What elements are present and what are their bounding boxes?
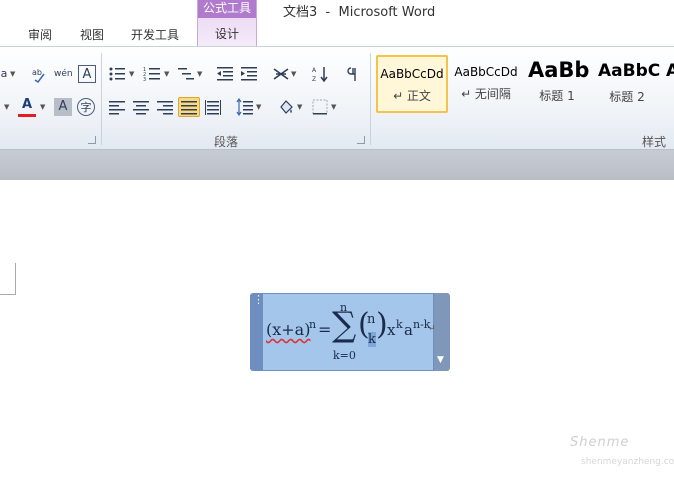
equation-move-handle[interactable]: ⋮ — [250, 293, 264, 371]
sort-icon[interactable]: AZ — [311, 65, 329, 83]
group-separator — [101, 53, 102, 145]
equation-container[interactable]: ⋮ (x+a) n = n ∑ k=0 ( n k ) x k a n-k ↵ … — [250, 293, 450, 371]
style-sample: AaBbC — [598, 61, 660, 81]
window-title: 文档3 - Microsoft Word — [283, 5, 436, 20]
distributed-icon[interactable] — [204, 98, 222, 116]
increase-indent-icon[interactable] — [240, 65, 258, 83]
tab-developer[interactable]: 开发工具 — [131, 26, 179, 43]
paragraph-group-label: 段落 — [214, 135, 239, 149]
equation-options-button[interactable]: ▼ — [434, 293, 450, 371]
chevron-down-icon[interactable]: ▼ — [331, 98, 336, 116]
style-name: 标题 1 — [539, 89, 575, 103]
line-spacing-icon[interactable] — [236, 97, 254, 117]
equation-tools-label: 公式工具 — [198, 0, 256, 18]
term-x-exponent: k — [396, 318, 403, 331]
decrease-indent-icon[interactable] — [216, 65, 234, 83]
term-x: x — [387, 321, 396, 339]
chevron-down-icon[interactable]: ▼ — [129, 65, 134, 83]
justify-icon[interactable] — [178, 97, 200, 117]
align-center-icon[interactable] — [132, 98, 150, 116]
shading-icon[interactable] — [277, 98, 295, 116]
chevron-down-icon: ▼ — [437, 355, 444, 365]
style-heading-2[interactable]: AaBbC 标题 2 — [594, 55, 660, 113]
chevron-down-icon[interactable]: ▼ — [291, 65, 296, 83]
style-normal[interactable]: AaBbCcDd ↵ 正文 — [376, 55, 448, 113]
align-left-icon[interactable] — [108, 98, 126, 116]
font-color-icon[interactable]: A — [18, 96, 36, 114]
group-separator — [370, 53, 371, 145]
binomial-top: n — [367, 312, 376, 327]
multilevel-list-icon[interactable] — [177, 65, 195, 83]
chevron-down-icon[interactable]: ▼ — [256, 98, 261, 116]
style-name: ↵ 正文 — [393, 89, 431, 103]
title-bar: 审阅 视图 开发工具 公式工具 设计 文档3 - Microsoft Word — [0, 0, 674, 46]
style-heading-1[interactable]: AaBb 标题 1 — [524, 55, 590, 113]
chevron-down-icon[interactable]: ▼ — [4, 98, 9, 116]
chevron-down-icon[interactable]: ▼ — [164, 65, 169, 83]
binomial-bottom: k — [368, 332, 376, 347]
paragraph-dialog-launcher-icon[interactable] — [357, 136, 365, 144]
sum-lower-limit: k=0 — [333, 349, 356, 362]
phonetic-guide-icon[interactable]: ab — [30, 65, 48, 84]
show-hide-marks-icon[interactable] — [345, 65, 363, 83]
chevron-down-icon[interactable]: ▼ — [197, 65, 202, 83]
equation-equals: = — [318, 320, 332, 339]
style-name: ↵ 无间隔 — [461, 87, 511, 101]
tab-review[interactable]: 审阅 — [28, 26, 52, 43]
margin-corner-mark — [0, 263, 16, 295]
style-no-spacing[interactable]: AaBbCcDd ↵ 无间隔 — [451, 55, 521, 113]
chinese-layout-icon[interactable] — [272, 65, 290, 83]
ribbon: a ▼ ab wén A ▼ A ▼ A 字 ▼ 123 ▼ ▼ ▼ AZ ▼ … — [0, 46, 674, 150]
binomial-right-paren: ) — [376, 307, 388, 342]
character-border-icon[interactable]: A — [78, 65, 96, 83]
styles-group-label: 样式 — [642, 135, 667, 149]
svg-text:ab: ab — [32, 68, 42, 77]
styles-gallery: AaBbCcDd ↵ 正文 AaBbCcDd ↵ 无间隔 AaBb 标题 1 A… — [376, 55, 674, 113]
document-page: ⋮ (x+a) n = n ∑ k=0 ( n k ) x k a n-k ↵ … — [0, 180, 674, 489]
style-sample: AaBb — [528, 58, 590, 82]
equation-lhs-exponent: n — [309, 318, 317, 331]
term-a: a — [404, 321, 413, 339]
chevron-down-icon[interactable]: ▼ — [297, 98, 302, 116]
chevron-down-icon[interactable]: ▼ — [40, 98, 45, 116]
sum-sign: ∑ — [332, 305, 357, 345]
watermark: Shenme — [570, 435, 630, 450]
equation-content[interactable]: (x+a) n = n ∑ k=0 ( n k ) x k a n-k ↵ — [262, 293, 436, 371]
style-sample: AaBbCcDd — [380, 67, 444, 81]
svg-text:A: A — [312, 67, 317, 74]
style-title[interactable]: A — [666, 55, 674, 113]
font-dialog-launcher-icon[interactable] — [88, 136, 96, 144]
character-shading-icon[interactable]: A — [54, 98, 72, 116]
align-right-icon[interactable] — [156, 98, 174, 116]
pinyin-icon[interactable]: wén — [54, 65, 73, 83]
equation-lhs: (x+a) — [266, 320, 311, 339]
font-color-bar — [18, 114, 36, 117]
style-name: 标题 2 — [609, 90, 645, 104]
style-sample: AaBbCcDd — [454, 65, 518, 79]
numbering-icon[interactable]: 123 — [143, 65, 161, 83]
enclose-characters-icon[interactable]: 字 — [77, 98, 95, 116]
svg-text:3: 3 — [143, 77, 146, 83]
equation-tools-context-group: 公式工具 设计 — [197, 0, 257, 46]
bullets-icon[interactable] — [108, 65, 126, 83]
svg-text:Z: Z — [312, 76, 316, 83]
borders-icon[interactable] — [311, 98, 329, 116]
watermark-sub: shenmeyanzheng.com — [581, 457, 674, 467]
tab-design[interactable]: 设计 — [198, 25, 256, 42]
chevron-down-icon[interactable]: ▼ — [10, 65, 15, 83]
style-sample: A — [666, 61, 674, 81]
tab-view[interactable]: 视图 — [80, 26, 104, 43]
ruler-area — [0, 150, 674, 180]
